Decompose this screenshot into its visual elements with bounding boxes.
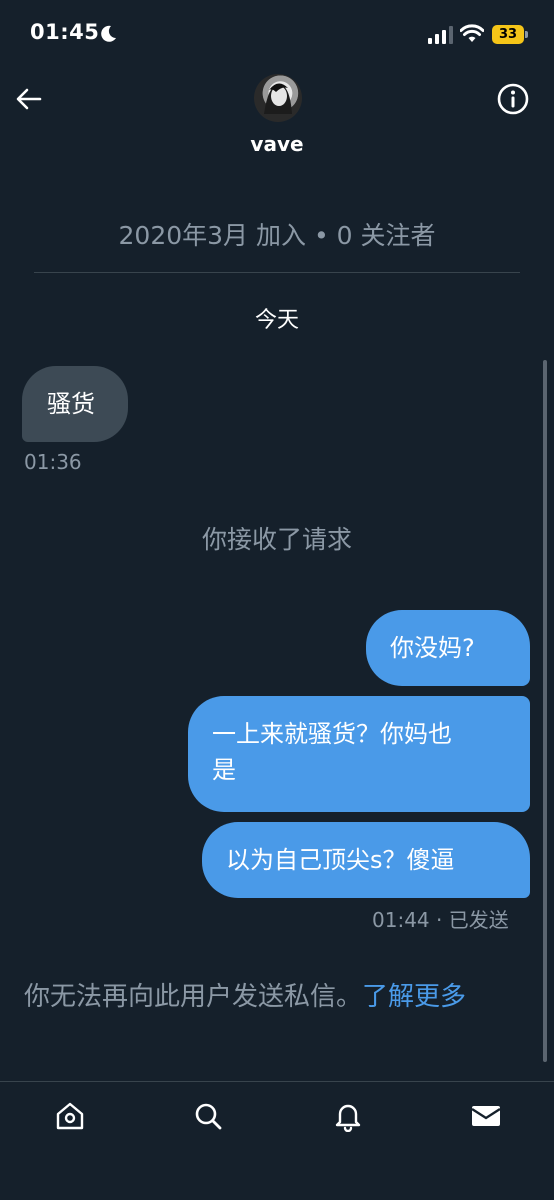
outgoing-message-bubble[interactable]: 以为自己顶尖s？傻逼 xyxy=(202,822,530,898)
mail-icon[interactable] xyxy=(470,1100,502,1132)
battery-tip xyxy=(525,31,528,38)
wifi-icon xyxy=(460,24,484,42)
message-text-line: 是 xyxy=(212,756,236,784)
message-text: 骚货 xyxy=(47,390,95,418)
system-message: 你接收了请求 xyxy=(201,525,352,554)
message-text: 以为自己顶尖s？傻逼 xyxy=(226,846,455,874)
search-icon[interactable] xyxy=(192,1100,224,1132)
message-text: 你没妈? xyxy=(390,634,475,662)
battery-indicator: 33 xyxy=(492,25,524,44)
outgoing-message-bubble[interactable]: 你没妈? xyxy=(366,610,530,686)
info-icon[interactable] xyxy=(496,82,530,116)
avatar[interactable] xyxy=(254,74,302,122)
sent-status: · 已发送 xyxy=(436,908,509,932)
avatar-image xyxy=(264,83,292,114)
message-time: 01:44 xyxy=(372,908,430,932)
notice-text: 你无法再向此用户发送私信。 xyxy=(24,982,363,1012)
dm-conversation-screen: 01:45 33 vave 2020年3月 加入 • 0 关注者 今天 骚货 0… xyxy=(0,0,554,1200)
message-time: 01:36 xyxy=(24,450,82,474)
outgoing-message-bubble[interactable]: 一上来就骚货？你妈也 是 xyxy=(188,696,530,812)
username[interactable]: vave xyxy=(0,132,554,156)
status-time: 01:45 xyxy=(30,20,100,44)
learn-more-link[interactable]: 了解更多 xyxy=(362,982,466,1012)
bell-icon[interactable] xyxy=(332,1100,364,1132)
sent-time: 01:44 · 已发送 xyxy=(372,904,509,933)
date-label: 今天 xyxy=(254,308,299,333)
signal-icon xyxy=(428,26,453,44)
scrollbar[interactable] xyxy=(543,360,547,1062)
home-icon[interactable] xyxy=(54,1100,86,1132)
back-icon[interactable] xyxy=(14,84,44,114)
divider xyxy=(34,272,520,273)
bottom-nav-border xyxy=(0,1081,554,1082)
dm-restricted-notice: 你无法再向此用户发送私信。了解更多 xyxy=(24,976,534,1013)
status-bar: 01:45 33 xyxy=(0,0,554,70)
moon-icon xyxy=(101,25,116,42)
join-info: 2020年3月 加入 • 0 关注者 xyxy=(118,221,436,250)
message-text-line: 一上来就骚货？你妈也 xyxy=(212,720,452,748)
incoming-message-bubble[interactable]: 骚货 xyxy=(22,366,128,442)
